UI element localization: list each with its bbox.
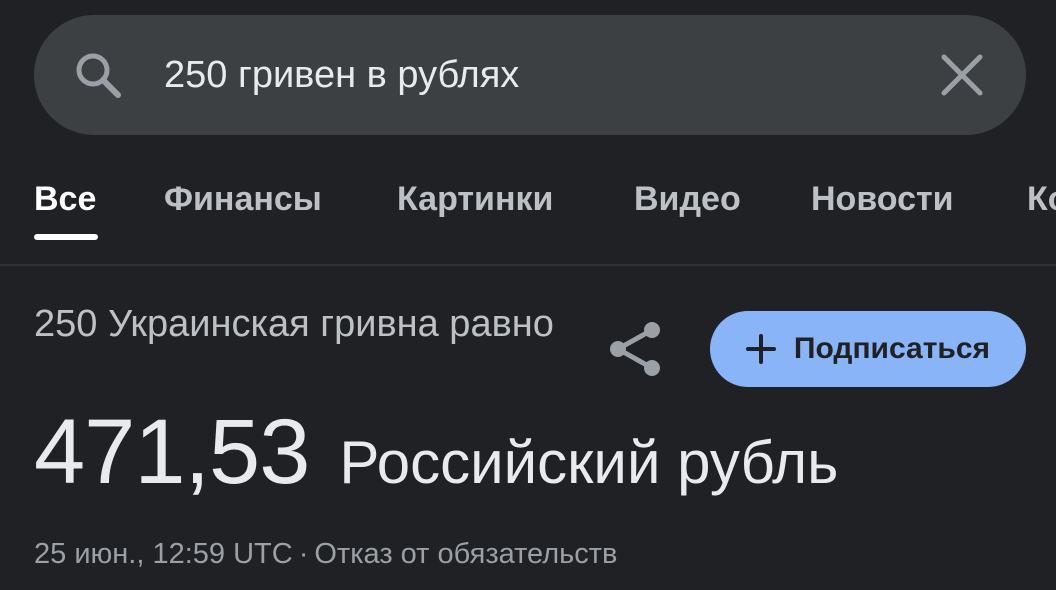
subscribe-button[interactable]: Подписаться [710, 311, 1026, 387]
plus-icon [745, 334, 776, 364]
search-bar[interactable] [34, 15, 1026, 135]
tab-all[interactable]: Все [34, 180, 96, 219]
disclaimer-link[interactable]: Отказ от обязательств [314, 538, 617, 570]
converter-from-text: 250 Украинская гривна равно [34, 303, 554, 345]
active-tab-indicator [34, 234, 98, 240]
converter-footer: 25 июн., 12:59 UTC · Отказ от обязательств [34, 538, 617, 571]
separator-dot: · [298, 538, 309, 570]
tab-video[interactable]: Видео [634, 180, 741, 219]
search-icon[interactable] [72, 49, 124, 101]
tab-news[interactable]: Новости [811, 180, 954, 219]
tab-more-partial[interactable]: Ко [1027, 180, 1056, 219]
converted-amount: 471,53 [34, 401, 310, 503]
tab-images[interactable]: Картинки [397, 180, 553, 219]
search-results-page: Все Финансы Картинки Видео Новости Ко 25… [0, 0, 1056, 590]
tab-finance[interactable]: Финансы [164, 180, 322, 219]
close-icon[interactable] [934, 47, 990, 103]
subscribe-button-label: Подписаться [793, 332, 991, 365]
tabs-divider [0, 264, 1056, 266]
rate-timestamp: 25 июн., 12:59 UTC [34, 538, 293, 570]
search-input[interactable] [164, 43, 924, 107]
converter-result: 471,53 Российский рубль [34, 400, 838, 505]
search-tabs: Все Финансы Картинки Видео Новости Ко [0, 160, 1056, 260]
share-icon[interactable] [604, 318, 666, 380]
target-currency: Российский рубль [339, 429, 839, 496]
